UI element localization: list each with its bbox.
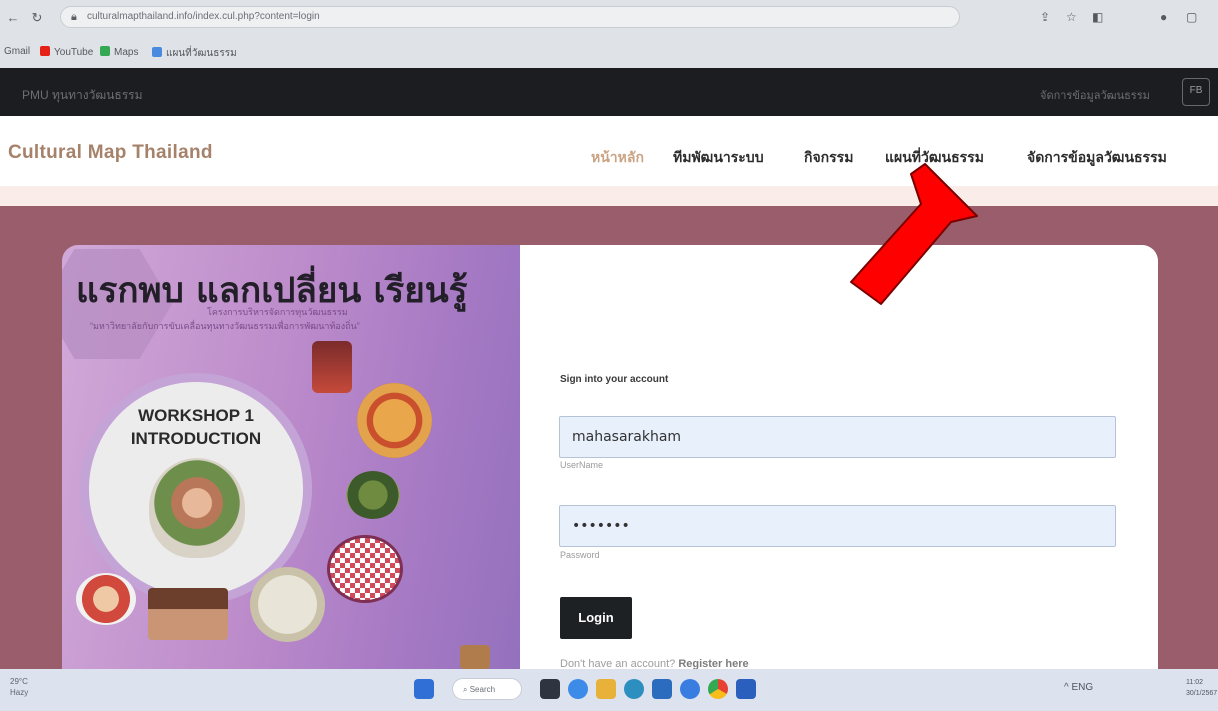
lock-icon: 🔒︎ bbox=[71, 11, 77, 23]
back-icon[interactable]: ← bbox=[6, 11, 20, 25]
site-top-bar-right[interactable]: จัดการข้อมูลวัฒนธรรม bbox=[1040, 86, 1150, 104]
menu-icon[interactable]: ▢ bbox=[1186, 8, 1197, 26]
login-button[interactable]: Login bbox=[560, 597, 632, 639]
bookmark-gmail[interactable]: Gmail bbox=[4, 46, 30, 57]
bookmark-youtube[interactable]: YouTube bbox=[40, 46, 93, 58]
bookmark-cultural-map[interactable]: แผนที่วัฒนธรรม bbox=[152, 46, 237, 61]
bottles-image bbox=[312, 341, 352, 393]
star-icon[interactable]: ☆ bbox=[1066, 8, 1077, 26]
facebook-button[interactable]: FB bbox=[1182, 78, 1210, 106]
login-heading: Sign into your account bbox=[560, 374, 669, 385]
settings-icon[interactable] bbox=[680, 679, 700, 699]
file-explorer-icon[interactable] bbox=[596, 679, 616, 699]
browser-chrome: ← ↻ 🔒︎ culturalmapthailand.info/index.cu… bbox=[0, 0, 1218, 68]
word-icon[interactable] bbox=[736, 679, 756, 699]
chef-image bbox=[76, 573, 136, 625]
windows-taskbar: 29°C Hazy ⌕ Search ^ ENG 11:02 30/1/2567 bbox=[0, 669, 1218, 711]
start-icon[interactable] bbox=[414, 679, 434, 699]
share-icon[interactable]: ⇪ bbox=[1040, 8, 1050, 26]
youtube-icon bbox=[40, 46, 50, 56]
weather-text: Hazy bbox=[10, 688, 29, 697]
nav-dev-team[interactable]: ทีมพัฒนาระบบ bbox=[673, 147, 764, 169]
task-view-icon[interactable] bbox=[540, 679, 560, 699]
address-bar-url: culturalmapthailand.info/index.cul.php?c… bbox=[87, 11, 320, 22]
username-input[interactable] bbox=[559, 416, 1116, 458]
map-image bbox=[250, 567, 325, 642]
clock-time: 11:02 bbox=[1186, 679, 1203, 686]
store-icon[interactable] bbox=[652, 679, 672, 699]
herbs-image bbox=[346, 471, 400, 519]
system-tray[interactable]: ^ ENG bbox=[1064, 682, 1093, 693]
nav-manage-cultural-data[interactable]: จัดการข้อมูลวัฒนธรรม bbox=[1027, 147, 1167, 169]
craft-image bbox=[460, 645, 490, 669]
password-label: Password bbox=[560, 550, 600, 560]
taskbar-search[interactable]: ⌕ Search bbox=[452, 678, 522, 700]
profile-icon[interactable]: ● bbox=[1160, 8, 1167, 26]
site-icon bbox=[152, 47, 162, 57]
maps-icon bbox=[100, 46, 110, 56]
header-divider bbox=[0, 186, 1218, 206]
workshop-poster: แรกพบ แลกเปลี่ยน เรียนรู้ โครงการบริหารจ… bbox=[62, 245, 520, 669]
pizza-image bbox=[357, 383, 432, 458]
chat-icon[interactable] bbox=[568, 679, 588, 699]
nav-home[interactable]: หน้าหลัก bbox=[591, 147, 644, 169]
reload-icon[interactable]: ↻ bbox=[30, 11, 44, 25]
workshop-subtitle: INTRODUCTION bbox=[130, 429, 262, 448]
house-image bbox=[148, 588, 228, 640]
group-photo bbox=[149, 458, 245, 558]
poster-subtitle: โครงการบริหารจัดการทุนวัฒนธรรม bbox=[207, 307, 348, 317]
site-top-bar-left[interactable]: PMU ทุนทางวัฒนธรรม bbox=[22, 86, 143, 105]
extensions-icon[interactable]: ◧ bbox=[1092, 8, 1103, 26]
address-bar[interactable]: 🔒︎ culturalmapthailand.info/index.cul.ph… bbox=[60, 6, 960, 28]
site-brand[interactable]: Cultural Map Thailand bbox=[8, 142, 213, 164]
poster-tagline: “มหาวิทยาลัยกับการขับเคลื่อนทุนทางวัฒนธร… bbox=[90, 321, 360, 331]
bookmarks-bar: Gmail YouTube Maps แผนที่วัฒนธรรม bbox=[0, 42, 1218, 64]
site-top-bar: PMU ทุนทางวัฒนธรรม จัดการข้อมูลวัฒนธรรม … bbox=[0, 68, 1218, 116]
clock-date: 30/1/2567 bbox=[1186, 690, 1218, 697]
edge-icon[interactable] bbox=[624, 679, 644, 699]
annotation-arrow-icon bbox=[850, 163, 978, 305]
weather-widget[interactable]: 29°C Hazy bbox=[10, 676, 28, 698]
taskbar-clock[interactable]: 11:02 30/1/2567 bbox=[1186, 677, 1217, 699]
password-input[interactable] bbox=[559, 505, 1116, 547]
weather-temp: 29°C bbox=[10, 677, 28, 686]
chrome-icon[interactable] bbox=[708, 679, 728, 699]
textile-image bbox=[327, 535, 403, 603]
workshop-title: WORKSHOP 1 bbox=[138, 406, 254, 425]
bookmark-maps[interactable]: Maps bbox=[100, 46, 138, 58]
username-label: UserName bbox=[560, 460, 604, 470]
